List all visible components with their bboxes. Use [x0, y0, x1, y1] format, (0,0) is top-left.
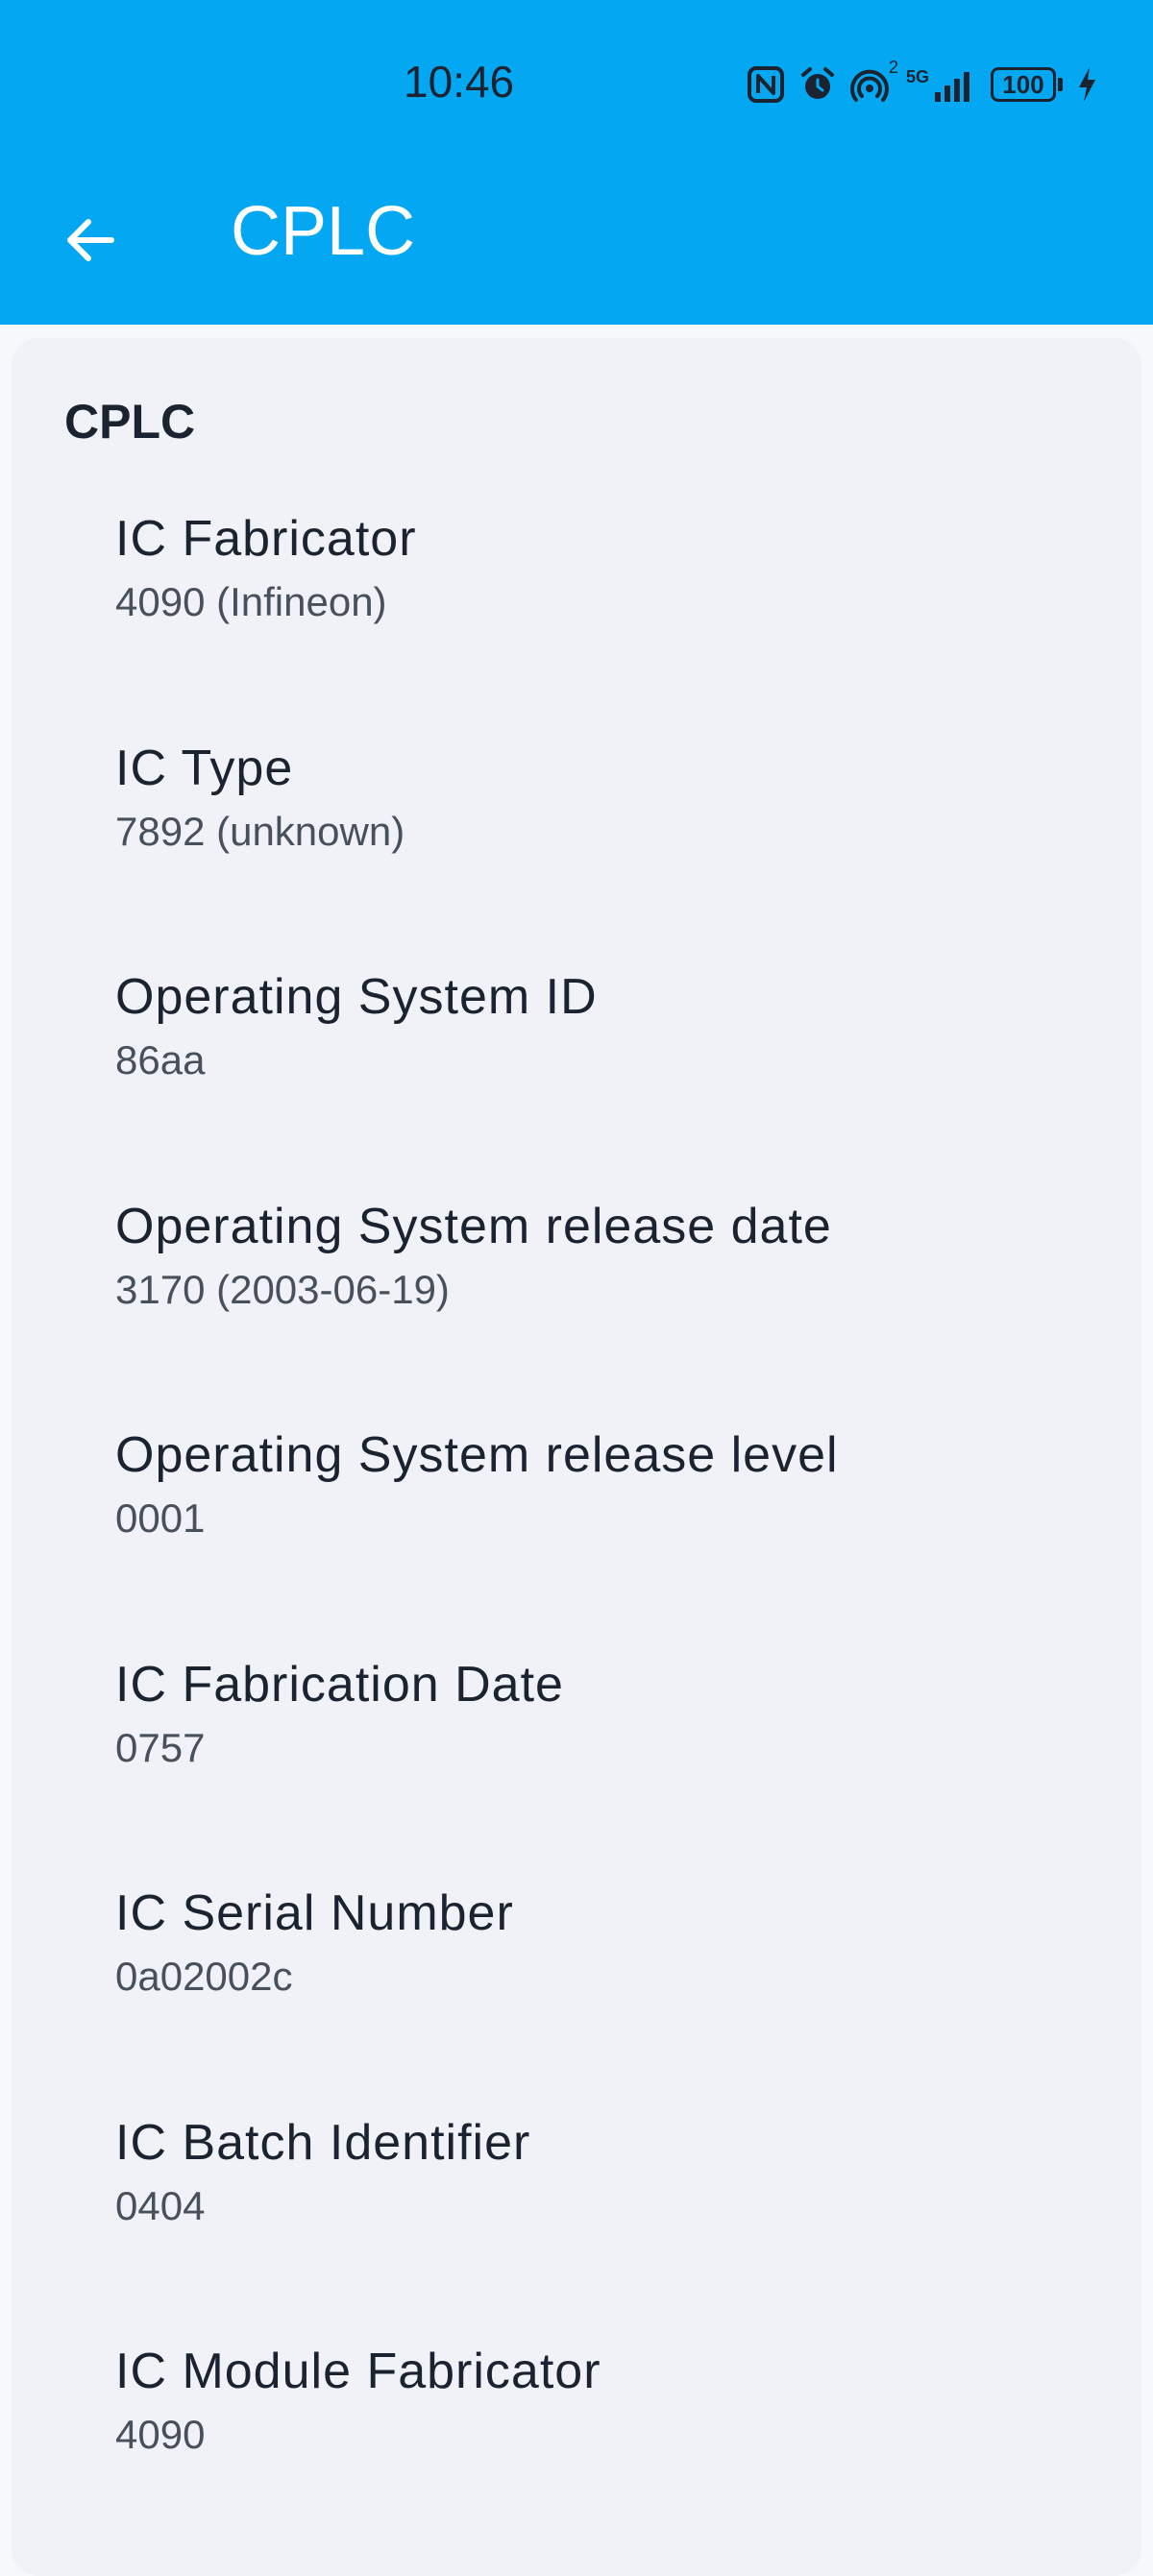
item-value: 7892 (unknown): [115, 808, 405, 854]
list-item-os-release-date[interactable]: Operating System release date 3170 (2003…: [115, 1197, 1076, 1426]
hotspot-badge: 2: [888, 58, 898, 77]
status-icons: 2 5G 100: [747, 58, 1097, 109]
item-value: 4090: [115, 2412, 206, 2457]
battery-tip: [1058, 78, 1063, 91]
item-value: 0a02002c: [115, 1954, 293, 1999]
app-bar: 10:46 2 5G 100 CPLC: [0, 0, 1153, 325]
list-item-ic-module-fabricator[interactable]: IC Module Fabricator 4090: [115, 2342, 1076, 2571]
battery-level: 100: [991, 67, 1056, 102]
item-value: 4090 (Infineon): [115, 579, 387, 624]
list-item-ic-type[interactable]: IC Type 7892 (unknown): [115, 739, 1076, 968]
item-label: IC Batch Identifier: [115, 2114, 531, 2171]
list-item-ic-fabricator[interactable]: IC Fabricator 4090 (Infineon): [115, 509, 1076, 739]
item-value: 0001: [115, 1495, 206, 1541]
arrow-left-icon: [67, 219, 114, 261]
item-label: Operating System release date: [115, 1198, 832, 1254]
item-label: Operating System release level: [115, 1427, 839, 1483]
list-item-os-id[interactable]: Operating System ID 86aa: [115, 967, 1076, 1197]
list-item-os-release-level[interactable]: Operating System release level 0001: [115, 1425, 1076, 1655]
section-header: CPLC: [64, 395, 196, 449]
item-label: IC Type: [115, 740, 294, 796]
status-time: 10:46: [404, 57, 515, 107]
item-value: 0404: [115, 2182, 206, 2228]
network-label: 5G: [905, 67, 929, 86]
list-item-ic-fabrication-date[interactable]: IC Fabrication Date 0757: [115, 1655, 1076, 1884]
cplc-card: CPLC IC Fabricator 4090 (Infineon) IC Ty…: [12, 338, 1141, 2576]
alarm-icon: [798, 65, 837, 104]
battery-indicator: 100: [991, 67, 1063, 102]
back-button[interactable]: [38, 188, 142, 292]
item-value: 3170 (2003-06-19): [115, 1266, 450, 1312]
signal-5g-icon: 5G: [906, 67, 977, 102]
page-title: CPLC: [231, 193, 416, 270]
cplc-list: IC Fabricator 4090 (Infineon) IC Type 78…: [115, 509, 1076, 2571]
nfc-icon: [747, 65, 785, 104]
item-value: 0757: [115, 1724, 206, 1770]
item-label: IC Module Fabricator: [115, 2344, 601, 2399]
list-item-ic-batch-identifier[interactable]: IC Batch Identifier 0404: [115, 2113, 1076, 2343]
hotspot-icon: 2: [850, 58, 898, 104]
list-item-ic-serial-number[interactable]: IC Serial Number 0a02002c: [115, 1883, 1076, 2113]
item-label: Operating System ID: [115, 969, 598, 1025]
item-label: IC Fabricator: [115, 511, 417, 567]
item-label: IC Serial Number: [115, 1885, 514, 1941]
item-label: IC Fabrication Date: [115, 1656, 564, 1713]
item-value: 86aa: [115, 1037, 206, 1082]
charging-icon: [1076, 65, 1097, 104]
